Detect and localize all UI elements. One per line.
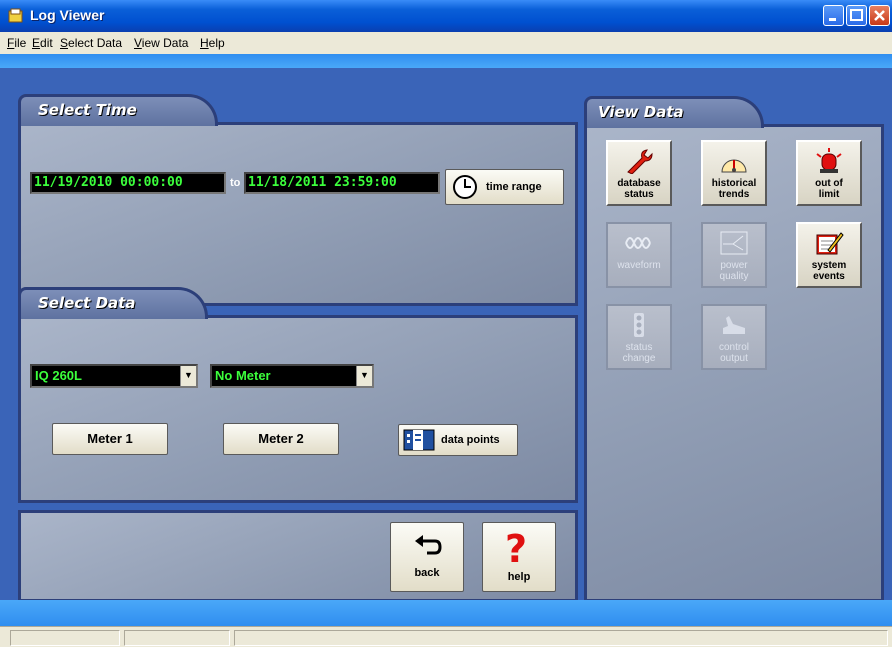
data-points-button[interactable]: data points [398, 424, 518, 456]
power-quality-icon [719, 230, 749, 256]
menu-edit[interactable]: Edit [32, 36, 53, 50]
status-bar [0, 626, 892, 647]
top-accent-bar [0, 54, 892, 68]
bottom-accent-bar [0, 600, 892, 626]
hand-switch-icon [719, 312, 749, 338]
help-button[interactable]: ? help [482, 522, 556, 592]
help-label: help [507, 571, 531, 583]
end-time-field[interactable]: 11/18/2011 23:59:00 [244, 172, 440, 194]
window-title: Log Viewer [30, 7, 105, 23]
select-data-heading: Select Data [38, 294, 136, 312]
menu-select-data[interactable]: Select Data [60, 36, 122, 50]
close-button[interactable] [869, 5, 890, 26]
clock-icon [452, 174, 478, 203]
title-bar[interactable]: Log Viewer [0, 0, 892, 32]
database-status-button[interactable]: database status [606, 140, 672, 206]
meter1-select-value: IQ 260L [35, 368, 82, 383]
waveform-icon [624, 230, 654, 256]
menu-bar: File Edit Select Data View Data Help [0, 32, 892, 54]
meter2-button[interactable]: Meter 2 [223, 423, 339, 455]
start-time-field[interactable]: 11/19/2010 00:00:00 [30, 172, 226, 194]
wrench-icon [624, 148, 654, 175]
select-time-panel [18, 122, 578, 306]
question-mark-icon: ? [505, 527, 528, 571]
back-button[interactable]: back [390, 522, 464, 592]
time-range-label: time range [486, 181, 542, 193]
view-data-heading: View Data [598, 103, 684, 121]
status-pane-3 [234, 630, 888, 646]
status-change-button[interactable]: status change [606, 304, 672, 370]
grid-icon [403, 429, 435, 454]
app-icon [8, 8, 24, 24]
gauge-icon [719, 148, 749, 174]
control-output-button[interactable]: control output [701, 304, 767, 370]
historical-trends-button[interactable]: historical trends [701, 140, 767, 206]
meter2-select[interactable]: No Meter ▼ [210, 364, 374, 388]
chevron-down-icon[interactable]: ▼ [356, 366, 372, 386]
out-of-limit-button[interactable]: out of limit [796, 140, 862, 206]
meter2-select-value: No Meter [215, 368, 271, 383]
undo-arrow-icon [413, 535, 443, 562]
menu-help[interactable]: Help [200, 36, 225, 50]
data-points-label: data points [441, 434, 500, 446]
waveform-button[interactable]: waveform [606, 222, 672, 288]
chevron-down-icon[interactable]: ▼ [180, 366, 196, 386]
power-quality-button[interactable]: power quality [701, 222, 767, 288]
back-label: back [414, 567, 440, 579]
select-time-heading: Select Time [38, 101, 137, 119]
menu-file[interactable]: File [7, 36, 26, 50]
status-pane-1 [10, 630, 120, 646]
to-label: to [230, 177, 241, 189]
minimize-button[interactable] [823, 5, 844, 26]
maximize-button[interactable] [846, 5, 867, 26]
menu-view-data[interactable]: View Data [134, 36, 188, 50]
notepad-pencil-icon [814, 230, 844, 256]
siren-icon [814, 148, 844, 174]
meter1-button[interactable]: Meter 1 [52, 423, 168, 455]
select-data-panel [18, 315, 578, 503]
system-events-button[interactable]: system events [796, 222, 862, 288]
meter1-select[interactable]: IQ 260L ▼ [30, 364, 198, 388]
traffic-light-icon [624, 312, 654, 338]
status-pane-2 [124, 630, 230, 646]
time-range-button[interactable]: time range [445, 169, 564, 205]
